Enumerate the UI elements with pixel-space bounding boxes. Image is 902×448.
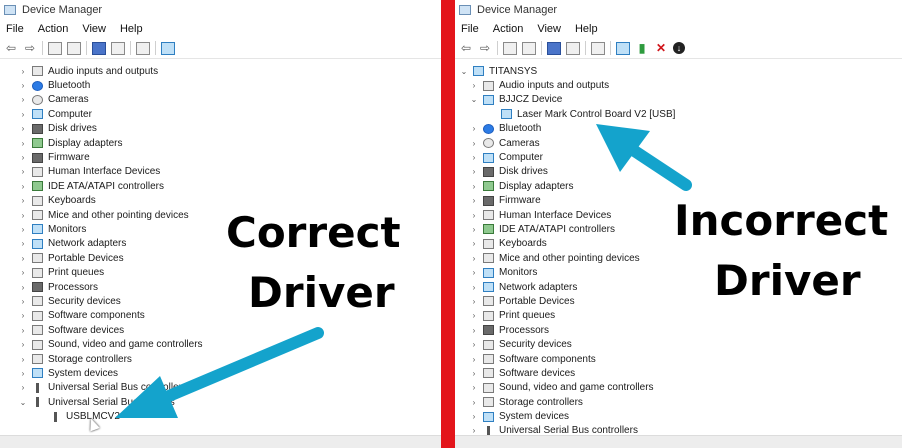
incorrect-label-line1: Incorrect <box>674 196 889 245</box>
correct-label-line2: Driver <box>248 268 395 317</box>
right-arrow-icon <box>596 124 692 191</box>
correct-label-line1: Correct <box>226 208 401 257</box>
incorrect-label-line2: Driver <box>714 256 861 305</box>
left-arrow-icon <box>115 327 324 418</box>
